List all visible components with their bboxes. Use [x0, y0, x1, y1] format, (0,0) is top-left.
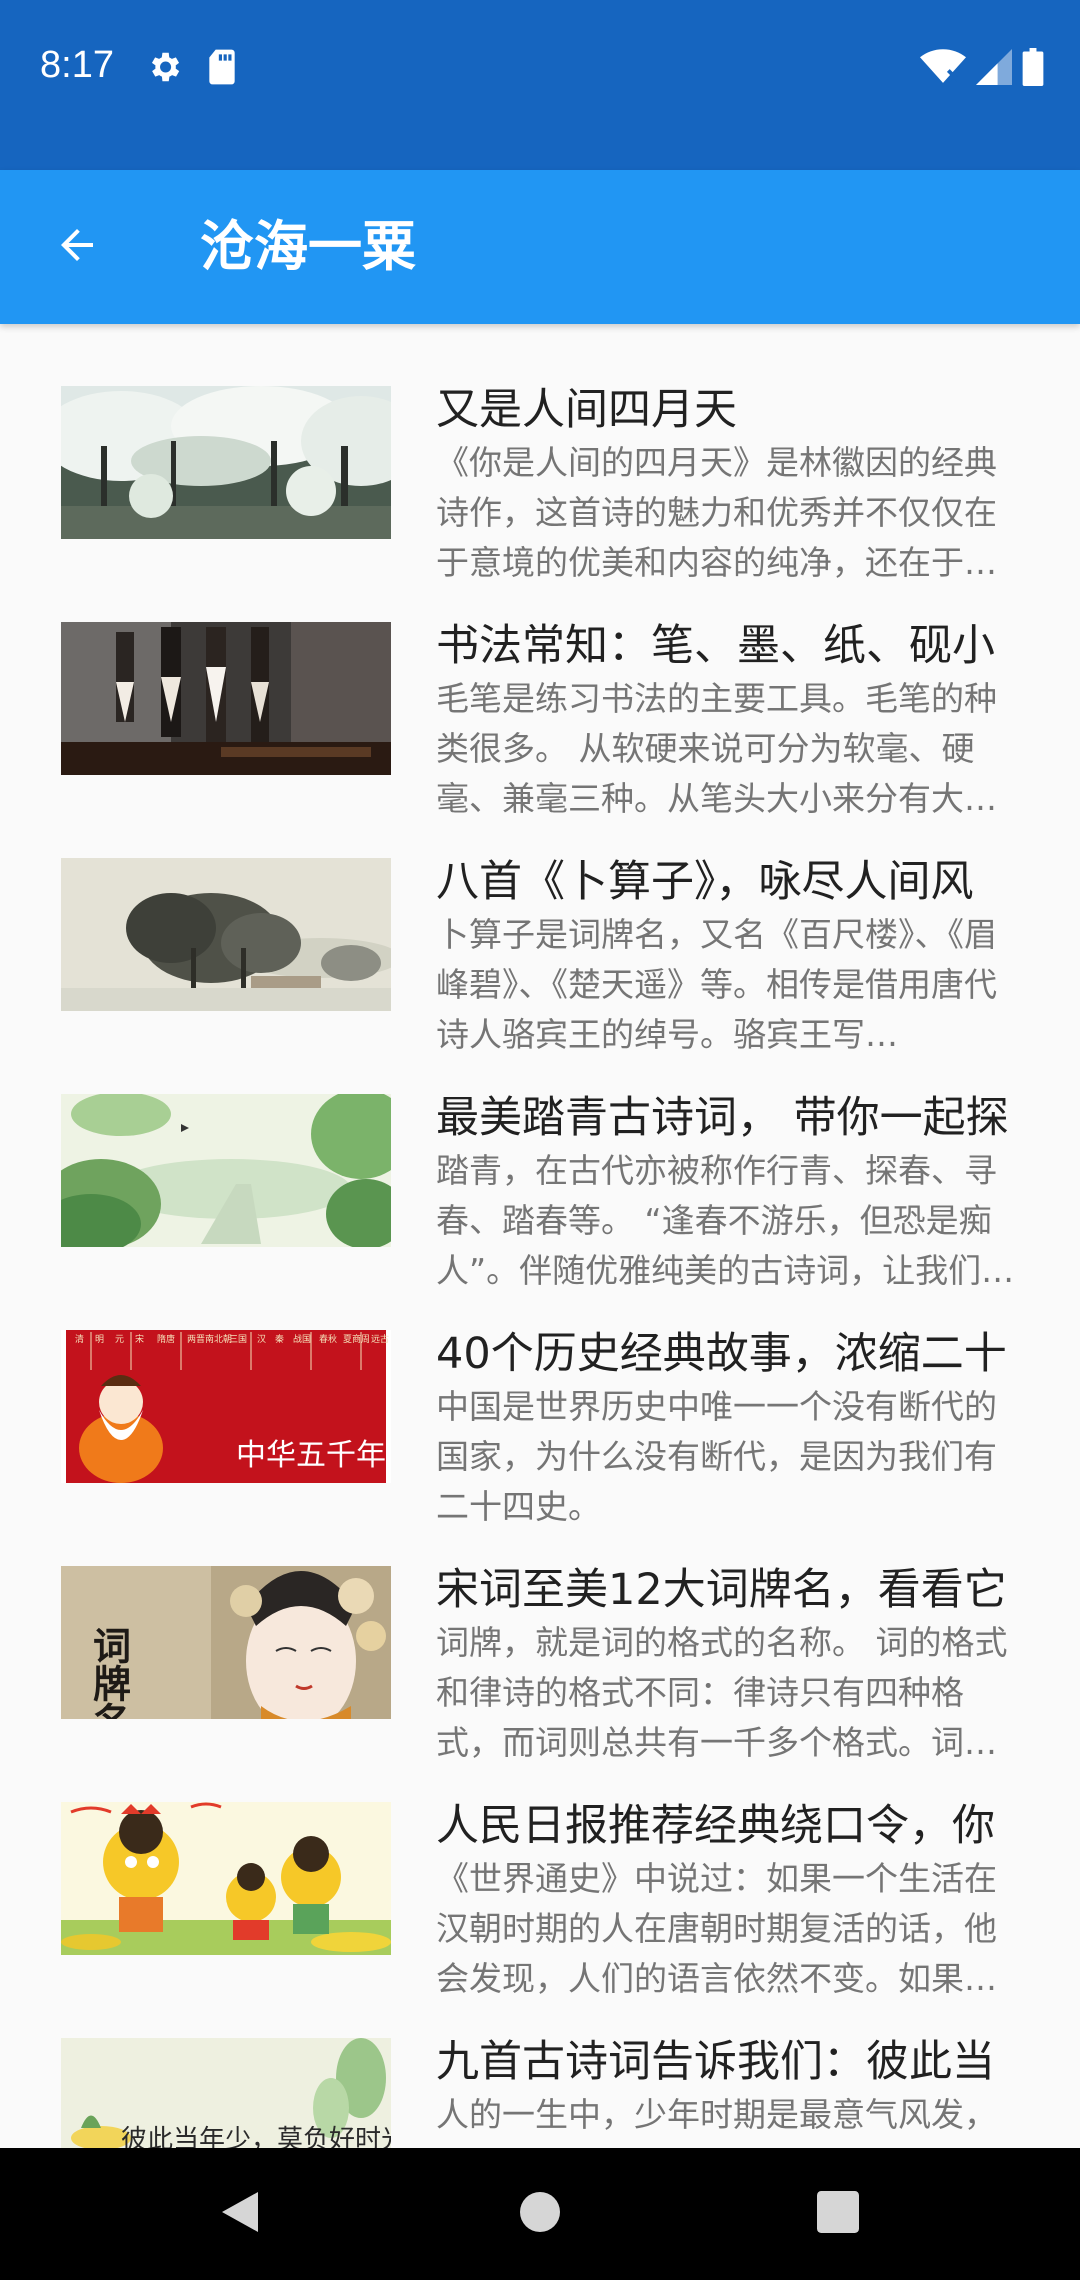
- article-title: 最美踏青古诗词， 带你一起探: [436, 1093, 1009, 1143]
- dynasty-label: 秦: [275, 1333, 284, 1345]
- list-item[interactable]: 最美踏青古诗词， 带你一起探 踏青，在古代亦被称作行青、探春、寻春、踏春等。 “…: [0, 1068, 1080, 1304]
- gear-icon: [145, 48, 183, 90]
- article-title: 又是人间四月天: [436, 385, 737, 435]
- dynasty-label: 春秋: [319, 1333, 337, 1345]
- list-item[interactable]: 人民日报推荐经典绕口令，你 《世界通史》中说过：如果一个生活在汉朝时期的人在唐朝…: [0, 1776, 1080, 2012]
- nav-home-button[interactable]: [510, 2184, 570, 2244]
- nav-recents-icon: [817, 2191, 859, 2237]
- article-summary: 毛笔是练习书法的主要工具。毛笔的种类很多。 从软硬来说可分为软毫、硬毫、兼毫三种…: [436, 679, 997, 818]
- list-item[interactable]: 又是人间四月天 《你是人间的四月天》是林徽因的经典诗作，这首诗的魅力和优秀并不仅…: [0, 360, 1080, 596]
- article-title: 40个历史经典故事，浓缩二十: [436, 1329, 1007, 1379]
- article-thumbnail: 彼此当年少，莫负好时光: [61, 2038, 391, 2148]
- nav-back-button[interactable]: [210, 2184, 270, 2244]
- status-bar: 8:17: [0, 0, 1080, 170]
- list-item[interactable]: 彼此当年少，莫负好时光 九首古诗词告诉我们：彼此当 人的一生中，少年时期是最意气…: [0, 2012, 1080, 2148]
- arrow-back-icon: [53, 221, 101, 273]
- signal-icon: [976, 49, 1012, 89]
- article-title: 书法常知：笔、墨、纸、砚小: [436, 621, 995, 671]
- dynasty-label: 夏商周: [343, 1333, 370, 1345]
- dynasty-label: 战国: [293, 1334, 311, 1345]
- app-bar: 沧海一粟: [0, 170, 1080, 324]
- battery-icon: [1022, 48, 1044, 90]
- article-summary: 卜算子是词牌名，又名《百尺楼》、《眉峰碧》、《楚天遥》等。相传是借用唐代诗人骆宾…: [436, 915, 997, 1054]
- nav-home-icon: [518, 2190, 562, 2238]
- page-title: 沧海一粟: [200, 215, 416, 278]
- article-summary: 《你是人间的四月天》是林徽因的经典诗作，这首诗的魅力和优秀并不仅仅在于意境的优美…: [436, 443, 997, 582]
- article-list[interactable]: 又是人间四月天 《你是人间的四月天》是林徽因的经典诗作，这首诗的魅力和优秀并不仅…: [0, 324, 1080, 2148]
- back-button[interactable]: [44, 214, 110, 280]
- dynasty-label: 隋唐: [157, 1333, 175, 1345]
- dynasty-label: 明: [95, 1334, 104, 1345]
- article-thumbnail: [61, 622, 391, 775]
- sd-card-icon: [205, 48, 239, 90]
- article-thumbnail: [61, 1094, 391, 1247]
- system-nav-bar: [0, 2148, 1080, 2280]
- list-item[interactable]: 清 明 元 宋 隋唐 两晋南北朝 三国 汉 秦 战国 春秋 夏商周 远古 中华五…: [0, 1304, 1080, 1540]
- article-summary: 踏青，在古代亦被称作行青、探春、寻春、踏春等。 “逢春不游乐，但恐是痴人”。伴随…: [436, 1151, 1015, 1290]
- nav-recents-button[interactable]: [808, 2184, 868, 2244]
- article-summary: 中国是世界历史中唯一一个没有断代的国家，为什么没有断代，是因为我们有二十四史。: [436, 1387, 997, 1526]
- thumbnail-caption: 词牌名: [87, 1626, 132, 1719]
- thumbnail-caption: 彼此当年少，莫负好时光: [121, 2125, 391, 2148]
- dynasty-label: 清: [75, 1333, 84, 1345]
- article-title: 八首《卜算子》，咏尽人间风: [436, 857, 974, 907]
- status-time: 8:17: [40, 44, 114, 86]
- article-title: 九首古诗词告诉我们：彼此当: [436, 2037, 995, 2087]
- article-summary: 人的一生中，少年时期是最意气风发，最是青春逼人。少年时，我们不知道光: [436, 2095, 997, 2148]
- dynasty-label: 远古: [371, 1333, 389, 1345]
- list-item[interactable]: 词牌名 宋词至美12大词牌名，看看它 词牌，就是词的格式的名称。 词的格式和律诗…: [0, 1540, 1080, 1776]
- article-thumbnail: [61, 858, 391, 1011]
- dynasty-label: 宋: [135, 1333, 144, 1345]
- article-thumbnail: 词牌名: [61, 1566, 391, 1719]
- article-thumbnail: [61, 1802, 391, 1955]
- list-item[interactable]: 书法常知：笔、墨、纸、砚小 毛笔是练习书法的主要工具。毛笔的种类很多。 从软硬来…: [0, 596, 1080, 832]
- dynasty-label: 汉: [257, 1334, 266, 1345]
- list-item[interactable]: 八首《卜算子》，咏尽人间风 卜算子是词牌名，又名《百尺楼》、《眉峰碧》、《楚天遥…: [0, 832, 1080, 1068]
- article-summary: 《世界通史》中说过：如果一个生活在汉朝时期的人在唐朝时期复活的话，他会发现，人们…: [436, 1859, 997, 1998]
- article-title: 人民日报推荐经典绕口令，你: [436, 1801, 995, 1851]
- article-thumbnail: 清 明 元 宋 隋唐 两晋南北朝 三国 汉 秦 战国 春秋 夏商周 远古 中华五…: [61, 1330, 391, 1483]
- article-thumbnail: [61, 386, 391, 539]
- article-summary: 词牌，就是词的格式的名称。 词的格式和律诗的格式不同：律诗只有四种格式，而词则总…: [436, 1623, 1008, 1762]
- dynasty-label: 元: [115, 1335, 124, 1345]
- nav-back-icon: [218, 2188, 262, 2240]
- dynasty-label: 两晋南北朝: [187, 1333, 232, 1345]
- article-title: 宋词至美12大词牌名，看看它: [436, 1565, 1007, 1615]
- wifi-icon: [920, 49, 966, 89]
- thumbnail-caption: 中华五千年: [236, 1438, 386, 1473]
- dynasty-label: 三国: [229, 1334, 247, 1345]
